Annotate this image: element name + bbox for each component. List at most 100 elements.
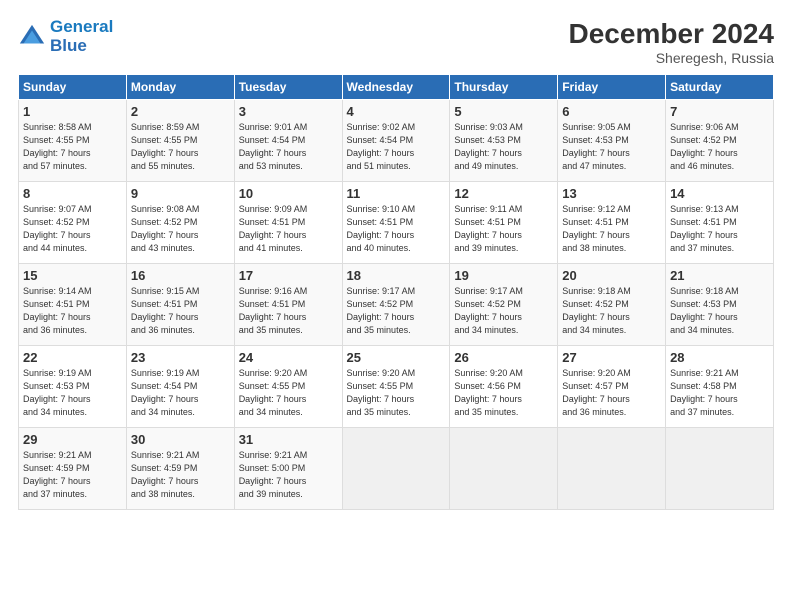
cell-content: Sunrise: 9:10 AMSunset: 4:51 PMDaylight:… — [347, 203, 446, 255]
calendar-cell: 15 Sunrise: 9:14 AMSunset: 4:51 PMDayligh… — [19, 264, 127, 346]
cell-content: Sunrise: 9:17 AMSunset: 4:52 PMDaylight:… — [454, 285, 553, 337]
cell-content: Sunrise: 9:21 AMSunset: 5:00 PMDaylight:… — [239, 449, 338, 501]
logo-text: General Blue — [50, 18, 113, 55]
calendar-cell: 10Sunrise: 9:09 AMSunset: 4:51 PMDayligh… — [234, 182, 342, 264]
day-number: 9 — [131, 186, 230, 201]
cell-content: Sunrise: 9:20 AMSunset: 4:55 PMDaylight:… — [239, 367, 338, 419]
calendar-cell: 8 Sunrise: 9:07 AMSunset: 4:52 PMDaylight… — [19, 182, 127, 264]
day-number: 16 — [131, 268, 230, 283]
cell-content: Sunrise: 9:19 AMSunset: 4:53 PMDaylight:… — [23, 367, 122, 419]
cell-content: Sunrise: 9:19 AMSunset: 4:54 PMDaylight:… — [131, 367, 230, 419]
day-number: 25 — [347, 350, 446, 365]
logo-line1: General — [50, 17, 113, 36]
calendar-cell: 31 Sunrise: 9:21 AMSunset: 5:00 PMDayligh… — [234, 428, 342, 510]
day-number: 11 — [347, 186, 446, 201]
day-number: 12 — [454, 186, 553, 201]
day-number: 18 — [347, 268, 446, 283]
cell-content: Sunrise: 9:20 AMSunset: 4:56 PMDaylight:… — [454, 367, 553, 419]
day-number: 20 — [562, 268, 661, 283]
cell-content: Sunrise: 9:07 AMSunset: 4:52 PMDaylight:… — [23, 203, 122, 255]
day-number: 3 — [239, 104, 338, 119]
cell-content: Sunrise: 9:16 AMSunset: 4:51 PMDaylight:… — [239, 285, 338, 337]
calendar-cell — [558, 428, 666, 510]
calendar-cell: 4Sunrise: 9:02 AMSunset: 4:54 PMDaylight… — [342, 100, 450, 182]
calendar-cell: 23 Sunrise: 9:19 AMSunset: 4:54 PMDayligh… — [126, 346, 234, 428]
cell-content: Sunrise: 9:03 AMSunset: 4:53 PMDaylight:… — [454, 121, 553, 173]
calendar-cell: 30 Sunrise: 9:21 AMSunset: 4:59 PMDayligh… — [126, 428, 234, 510]
calendar: SundayMondayTuesdayWednesdayThursdayFrid… — [18, 74, 774, 510]
calendar-cell: 7 Sunrise: 9:06 AMSunset: 4:52 PMDaylight… — [666, 100, 774, 182]
day-number: 5 — [454, 104, 553, 119]
calendar-cell: 28 Sunrise: 9:21 AMSunset: 4:58 PMDayligh… — [666, 346, 774, 428]
calendar-cell: 5 Sunrise: 9:03 AMSunset: 4:53 PMDaylight… — [450, 100, 558, 182]
logo-icon — [18, 23, 46, 51]
calendar-cell — [666, 428, 774, 510]
weekday-header-wednesday: Wednesday — [342, 75, 450, 100]
day-number: 17 — [239, 268, 338, 283]
page: General Blue December 2024 Sheregesh, Ru… — [0, 0, 792, 612]
cell-content: Sunrise: 9:05 AMSunset: 4:53 PMDaylight:… — [562, 121, 661, 173]
calendar-cell: 13 Sunrise: 9:12 AMSunset: 4:51 PMDayligh… — [558, 182, 666, 264]
cell-content: Sunrise: 8:58 AMSunset: 4:55 PMDaylight:… — [23, 121, 122, 173]
cell-content: Sunrise: 9:08 AMSunset: 4:52 PMDaylight:… — [131, 203, 230, 255]
calendar-cell: 2Sunrise: 8:59 AMSunset: 4:55 PMDaylight… — [126, 100, 234, 182]
calendar-cell: 27Sunrise: 9:20 AMSunset: 4:57 PMDayligh… — [558, 346, 666, 428]
day-number: 31 — [239, 432, 338, 447]
day-number: 29 — [23, 432, 122, 447]
month-title: December 2024 — [569, 18, 774, 50]
cell-content: Sunrise: 9:18 AMSunset: 4:53 PMDaylight:… — [670, 285, 769, 337]
calendar-cell: 26 Sunrise: 9:20 AMSunset: 4:56 PMDayligh… — [450, 346, 558, 428]
day-number: 8 — [23, 186, 122, 201]
cell-content: Sunrise: 9:17 AMSunset: 4:52 PMDaylight:… — [347, 285, 446, 337]
calendar-cell: 16 Sunrise: 9:15 AMSunset: 4:51 PMDayligh… — [126, 264, 234, 346]
calendar-cell: 18 Sunrise: 9:17 AMSunset: 4:52 PMDayligh… — [342, 264, 450, 346]
day-number: 14 — [670, 186, 769, 201]
day-number: 2 — [131, 104, 230, 119]
day-number: 23 — [131, 350, 230, 365]
calendar-cell: 21 Sunrise: 9:18 AMSunset: 4:53 PMDayligh… — [666, 264, 774, 346]
calendar-cell: 9 Sunrise: 9:08 AMSunset: 4:52 PMDaylight… — [126, 182, 234, 264]
cell-content: Sunrise: 9:15 AMSunset: 4:51 PMDaylight:… — [131, 285, 230, 337]
calendar-cell: 22 Sunrise: 9:19 AMSunset: 4:53 PMDayligh… — [19, 346, 127, 428]
calendar-cell: 25 Sunrise: 9:20 AMSunset: 4:55 PMDayligh… — [342, 346, 450, 428]
day-number: 24 — [239, 350, 338, 365]
cell-content: Sunrise: 9:18 AMSunset: 4:52 PMDaylight:… — [562, 285, 661, 337]
calendar-cell: 19 Sunrise: 9:17 AMSunset: 4:52 PMDayligh… — [450, 264, 558, 346]
day-number: 30 — [131, 432, 230, 447]
weekday-header-sunday: Sunday — [19, 75, 127, 100]
day-number: 6 — [562, 104, 661, 119]
cell-content: Sunrise: 9:01 AMSunset: 4:54 PMDaylight:… — [239, 121, 338, 173]
logo-line2: Blue — [50, 36, 87, 55]
cell-content: Sunrise: 9:20 AMSunset: 4:55 PMDaylight:… — [347, 367, 446, 419]
header: General Blue December 2024 Sheregesh, Ru… — [18, 18, 774, 66]
calendar-cell: 29 Sunrise: 9:21 AMSunset: 4:59 PMDayligh… — [19, 428, 127, 510]
calendar-cell: 24 Sunrise: 9:20 AMSunset: 4:55 PMDayligh… — [234, 346, 342, 428]
cell-content: Sunrise: 9:13 AMSunset: 4:51 PMDaylight:… — [670, 203, 769, 255]
day-number: 15 — [23, 268, 122, 283]
cell-content: Sunrise: 9:14 AMSunset: 4:51 PMDaylight:… — [23, 285, 122, 337]
day-number: 4 — [347, 104, 446, 119]
cell-content: Sunrise: 9:06 AMSunset: 4:52 PMDaylight:… — [670, 121, 769, 173]
weekday-header-tuesday: Tuesday — [234, 75, 342, 100]
day-number: 28 — [670, 350, 769, 365]
day-number: 21 — [670, 268, 769, 283]
cell-content: Sunrise: 9:12 AMSunset: 4:51 PMDaylight:… — [562, 203, 661, 255]
cell-content: Sunrise: 9:21 AMSunset: 4:59 PMDaylight:… — [23, 449, 122, 501]
weekday-header-friday: Friday — [558, 75, 666, 100]
weekday-header-thursday: Thursday — [450, 75, 558, 100]
calendar-cell: 11 Sunrise: 9:10 AMSunset: 4:51 PMDayligh… — [342, 182, 450, 264]
day-number: 26 — [454, 350, 553, 365]
calendar-cell: 12 Sunrise: 9:11 AMSunset: 4:51 PMDayligh… — [450, 182, 558, 264]
cell-content: Sunrise: 9:09 AMSunset: 4:51 PMDaylight:… — [239, 203, 338, 255]
day-number: 1 — [23, 104, 122, 119]
logo: General Blue — [18, 18, 113, 55]
day-number: 13 — [562, 186, 661, 201]
cell-content: Sunrise: 9:11 AMSunset: 4:51 PMDaylight:… — [454, 203, 553, 255]
day-number: 22 — [23, 350, 122, 365]
day-number: 19 — [454, 268, 553, 283]
cell-content: Sunrise: 9:21 AMSunset: 4:58 PMDaylight:… — [670, 367, 769, 419]
weekday-header-monday: Monday — [126, 75, 234, 100]
day-number: 7 — [670, 104, 769, 119]
calendar-cell: 17 Sunrise: 9:16 AMSunset: 4:51 PMDayligh… — [234, 264, 342, 346]
cell-content: Sunrise: 9:21 AMSunset: 4:59 PMDaylight:… — [131, 449, 230, 501]
